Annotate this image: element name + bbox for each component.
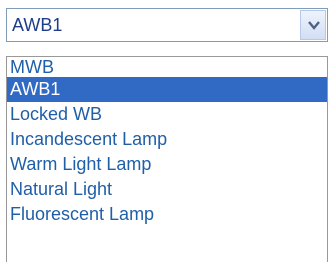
option-mwb[interactable]: MWB bbox=[7, 57, 327, 77]
option-natural-light[interactable]: Natural Light bbox=[7, 177, 327, 202]
option-awb1[interactable]: AWB1 bbox=[7, 77, 327, 102]
option-incandescent-lamp[interactable]: Incandescent Lamp bbox=[7, 127, 327, 152]
dropdown-button[interactable] bbox=[300, 10, 326, 40]
chevron-down-icon bbox=[308, 21, 320, 30]
white-balance-select[interactable]: AWB1 bbox=[6, 8, 328, 42]
option-locked-wb[interactable]: Locked WB bbox=[7, 102, 327, 127]
option-fluorescent-lamp[interactable]: Fluorescent Lamp bbox=[7, 202, 327, 227]
dropdown-list: MWB AWB1 Locked WB Incandescent Lamp War… bbox=[6, 56, 328, 262]
option-warm-light-lamp[interactable]: Warm Light Lamp bbox=[7, 152, 327, 177]
select-current-value: AWB1 bbox=[12, 15, 63, 35]
